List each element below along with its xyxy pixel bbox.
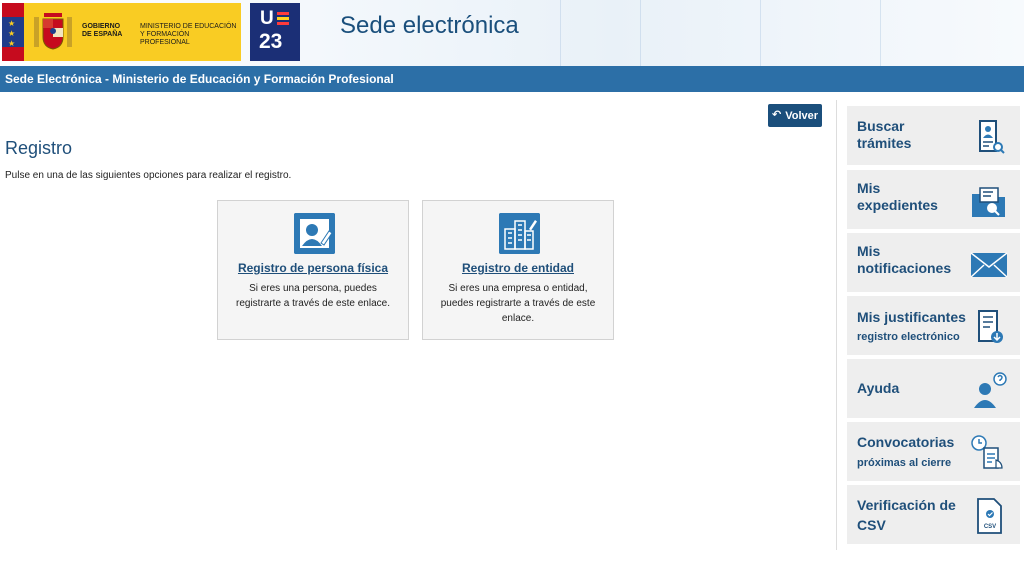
- sidebar-item-label: trámites: [857, 135, 912, 151]
- ministry-bar: Sede Electrónica - Ministerio de Educaci…: [0, 66, 1024, 92]
- register-person-description: Si eres una persona, puedes registrarte …: [236, 283, 390, 309]
- header-decoration: [560, 0, 561, 66]
- receipt-download-icon: [978, 310, 1003, 343]
- sidebar-item-label: CSV: [857, 517, 886, 533]
- sidebar-item-label: Convocatorias: [857, 434, 955, 450]
- register-entity-description: Si eres una empresa o entidad, puedes re…: [440, 283, 596, 324]
- sidebar-item-label: Mis: [857, 180, 881, 196]
- clock-document-icon: [971, 435, 1003, 469]
- ue-logo-letter: U: [260, 8, 274, 29]
- back-button[interactable]: ↶ Volver: [768, 104, 822, 127]
- sidebar-item-label: notificaciones: [857, 260, 952, 276]
- sidebar-item-sublabel: registro electrónico: [857, 331, 960, 343]
- header-decoration: [640, 0, 641, 66]
- header-decoration: [880, 0, 881, 66]
- ue-logo-stripes: [277, 12, 289, 26]
- eu-presidency-logo[interactable]: U 23: [250, 3, 300, 61]
- ue-logo-number: 23: [259, 30, 283, 53]
- register-entity-card[interactable]: Registro de entidad Si eres una empresa …: [422, 200, 614, 340]
- sidebar-item-label: Verificación de: [857, 497, 956, 513]
- undo-arrow-icon: ↶: [771, 109, 782, 121]
- register-person-link[interactable]: Registro de persona física: [218, 261, 408, 275]
- sidebar-item-sublabel: próximas al cierre: [857, 457, 952, 469]
- sidebar-item-mis-notificaciones[interactable]: Mis notificaciones: [847, 233, 1020, 292]
- coat-of-arms-icon: [34, 13, 72, 50]
- csv-document-icon: CSV: [977, 498, 1002, 534]
- header: ★ ★ ★ GOBIERNO DE ESPAÑA MINISTERIO DE E…: [0, 0, 1024, 66]
- government-logo[interactable]: ★ ★ ★ GOBIERNO DE ESPAÑA MINISTERIO DE E…: [2, 3, 241, 61]
- sidebar-item-convocatorias[interactable]: Convocatorias próximas al cierre: [847, 422, 1020, 481]
- csv-icon-label: CSV: [984, 524, 996, 530]
- page-title: Registro: [5, 138, 73, 158]
- sidebar-item-verificacion-csv[interactable]: Verificación de CSV CSV: [847, 485, 1020, 544]
- building-edit-icon: [499, 213, 540, 254]
- sidebar-item-buscar-tramites[interactable]: Buscar trámites: [847, 106, 1020, 165]
- eu-flag-stripe: ★ ★ ★: [2, 3, 24, 61]
- column-divider: [836, 100, 837, 550]
- register-entity-link[interactable]: Registro de entidad: [423, 261, 613, 275]
- government-text: GOBIERNO DE ESPAÑA: [82, 23, 123, 38]
- help-user-icon: [974, 372, 1007, 408]
- person-edit-icon: [294, 213, 335, 254]
- ministry-bar-text: Sede Electrónica - Ministerio de Educaci…: [5, 72, 394, 86]
- site-title: Sede electrónica: [340, 12, 519, 39]
- register-person-card[interactable]: Registro de persona física Si eres una p…: [217, 200, 409, 340]
- sidebar-item-label: Buscar: [857, 118, 905, 134]
- sidebar-item-ayuda[interactable]: Ayuda: [847, 359, 1020, 418]
- sidebar-item-label: Mis: [857, 243, 881, 259]
- sidebar-item-label: expedientes: [857, 197, 938, 213]
- sidebar-item-mis-expedientes[interactable]: Mis expedientes: [847, 170, 1020, 229]
- back-button-label: Volver: [785, 109, 819, 122]
- ministry-text: MINISTERIO DE EDUCACIÓN Y FORMACIÓN PROF…: [140, 23, 237, 46]
- sidebar-item-mis-justificantes[interactable]: Mis justificantes registro electrónico: [847, 296, 1020, 355]
- folder-search-icon: [972, 187, 1005, 217]
- instructions-text: Pulse en una de las siguientes opciones …: [5, 170, 292, 181]
- sidebar-item-label: Mis justificantes: [857, 309, 966, 325]
- search-document-icon: [979, 120, 1005, 154]
- sidebar-item-label: Ayuda: [857, 380, 900, 396]
- header-decoration: [760, 0, 761, 66]
- envelope-icon: [970, 252, 1008, 278]
